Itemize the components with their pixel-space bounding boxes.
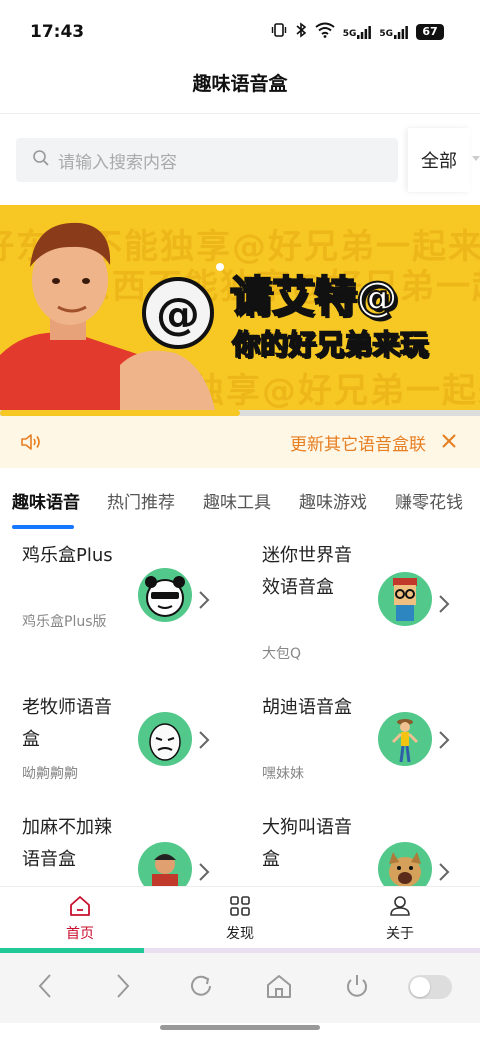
nav-about[interactable]: 关于	[360, 895, 440, 943]
mini-world-character-icon	[378, 572, 432, 626]
battery-icon: 67	[416, 23, 444, 40]
back-icon[interactable]	[34, 971, 56, 1005]
nav-label: 发现	[226, 926, 254, 942]
cell-signal-icon: 5G	[379, 25, 408, 39]
person-avatar-icon	[138, 842, 192, 886]
chevron-right-icon	[198, 862, 210, 886]
meme-face-icon	[138, 712, 192, 766]
item-subtitle: 鸡乐盒Plus版	[22, 614, 107, 630]
page-header: 趣味语音盒	[0, 64, 480, 114]
home-icon	[68, 896, 92, 921]
search-input[interactable]: 请输入搜索内容	[16, 138, 398, 182]
refresh-icon[interactable]	[186, 971, 216, 1005]
cartoon-man-illustration: @	[0, 222, 224, 410]
user-icon	[389, 896, 411, 921]
power-icon[interactable]	[342, 971, 372, 1005]
item-name: 胡迪语音盒	[262, 697, 352, 718]
nav-label: 首页	[66, 926, 94, 942]
notice-bar: 更新其它语音盒联	[0, 416, 480, 468]
tab-fun-voice[interactable]: 趣味语音	[12, 488, 80, 513]
tab-indicator	[12, 525, 74, 529]
chevron-right-icon	[198, 730, 210, 754]
close-icon[interactable]	[440, 432, 458, 454]
toggle-knob	[410, 977, 430, 997]
status-icons: 5G 5G 67	[271, 22, 444, 41]
item-subtitle: 呦齁齁齁	[22, 766, 78, 782]
item-name: 鸡乐盒Plus	[22, 545, 113, 566]
item-name: 大狗叫语音盒	[262, 817, 352, 870]
item-name: 加麻不加辣语音盒	[22, 817, 112, 870]
list-item[interactable]: 加麻不加辣语音盒	[0, 812, 240, 886]
signal-type-label: 5G	[342, 28, 357, 39]
filter-dropdown[interactable]: 全部	[408, 128, 480, 192]
status-time: 17:43	[30, 22, 85, 42]
item-subtitle: 嘿妹妹	[262, 766, 304, 782]
filter-label: 全部	[421, 151, 457, 172]
browser-toolbar	[0, 953, 480, 1023]
home-icon[interactable]	[264, 971, 294, 1005]
notice-text: 更新其它语音盒联	[290, 435, 426, 455]
banner-title: 请艾特@	[229, 271, 399, 322]
item-name: 迷你世界音效语音盒	[262, 545, 352, 598]
list-item[interactable]: 鸡乐盒Plus 鸡乐盒Plus版	[0, 540, 240, 690]
list-item[interactable]: 大狗叫语音盒	[240, 812, 480, 886]
status-bar: 17:43 5G 5G 67	[0, 0, 480, 64]
tab-hot-recommend[interactable]: 热门推荐	[107, 488, 175, 513]
chevron-right-icon	[198, 590, 210, 614]
chevron-right-icon	[438, 862, 450, 886]
page-title: 趣味语音盒	[192, 73, 288, 95]
panda-meme-icon	[138, 568, 192, 622]
list-item[interactable]: 迷你世界音效语音盒 大包Q	[240, 540, 480, 690]
promo-banner[interactable]: 好东西不能独享@好兄弟一起来 好东西不能独享@好兄弟一起来 好东西不能独享@好兄…	[0, 205, 480, 410]
category-tabs: 趣味语音 热门推荐 趣味工具 趣味游戏 赚零花钱	[0, 470, 480, 530]
nav-label: 关于	[386, 926, 414, 942]
home-indicator	[160, 1025, 320, 1030]
svg-text:@: @	[156, 289, 200, 340]
search-placeholder: 请输入搜索内容	[58, 152, 177, 173]
toggle-switch[interactable]	[408, 975, 452, 999]
nav-home[interactable]: 首页	[40, 895, 120, 943]
forward-icon[interactable]	[112, 971, 134, 1005]
bottom-nav: 首页 发现 关于	[0, 886, 480, 948]
search-icon	[32, 149, 50, 171]
bluetooth-icon	[295, 22, 307, 41]
chevron-right-icon	[438, 594, 450, 618]
tab-fun-games[interactable]: 趣味游戏	[299, 488, 367, 513]
speaker-icon	[20, 432, 42, 456]
nav-discover[interactable]: 发现	[200, 895, 280, 943]
banner-subtitle: 你的好兄弟来玩	[231, 327, 429, 362]
item-subtitle: 大包Q	[262, 646, 302, 662]
chevron-right-icon	[438, 730, 450, 754]
item-name: 老牧师语音盒	[22, 697, 112, 750]
dog-icon	[378, 842, 432, 886]
vibrate-icon	[271, 22, 287, 41]
signal-type-label: 5G	[379, 28, 393, 39]
grid-icon	[229, 896, 251, 921]
tab-fun-tools[interactable]: 趣味工具	[203, 488, 271, 513]
tab-earn-money[interactable]: 赚零花钱	[395, 488, 463, 513]
cell-signal-icon: 5G	[343, 25, 372, 39]
chevron-down-icon	[472, 156, 480, 161]
wifi-icon	[315, 22, 335, 41]
woody-icon	[378, 712, 432, 766]
